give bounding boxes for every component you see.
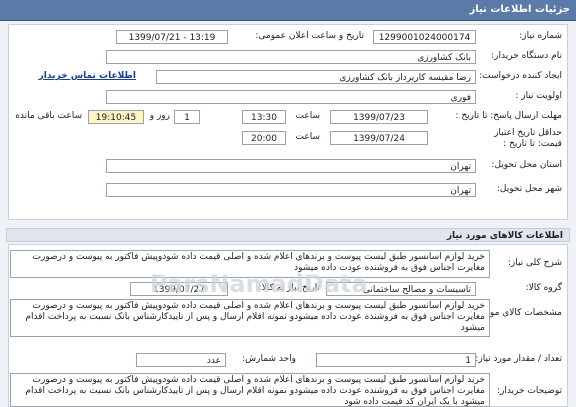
announce-datetime-field: 1399/07/21 - 13:19: [116, 30, 228, 44]
page-title: جزئیات اطلاعات نیاز: [469, 4, 570, 15]
remaining-time-field: 19:10:45: [88, 110, 144, 124]
buyer-org-field: بانک کشاورزی: [106, 50, 476, 64]
buyer-org-label: نام دستگاه خریدار:: [491, 51, 562, 61]
city-field: تهران: [106, 183, 476, 197]
need-number-field: 1299001024000174: [373, 30, 476, 44]
buyer-notes-field: خرید لوازم اسانسور طبق لیست پیوست و برند…: [10, 373, 490, 407]
creator-label: ایجاد کننده درخواست:: [479, 71, 562, 81]
province-field: تهران: [106, 159, 476, 173]
announce-datetime-label: تاریخ و ساعت اعلان عمومی:: [255, 31, 364, 41]
reply-date-field: 1399/07/23: [330, 110, 428, 124]
price-validity-date-field: 1399/07/24: [330, 131, 428, 145]
city-label: شهر محل تحویل:: [496, 184, 562, 194]
price-validity-time-label: ساعت: [295, 132, 321, 142]
price-validity-label: حداقل تاریخ اعتبار قیمت: تا تاریخ :: [494, 128, 562, 149]
buyer-notes-label: توضیحات خریدار:: [496, 386, 562, 396]
need-number-label: شماره نیاز:: [519, 31, 562, 41]
remaining-label: ساعت باقی مانده: [15, 111, 82, 121]
unit-label: واحد شمارش:: [242, 354, 296, 364]
creator-field: رضا مقیسه کاربرداز بانک کشاورزی: [156, 70, 476, 84]
reply-time-field: 13:30: [242, 110, 286, 124]
goods-group-label: گروه کالا:: [525, 283, 562, 293]
header-bar: جزئیات اطلاعات نیاز: [0, 0, 576, 21]
reply-time-label: ساعت: [295, 111, 321, 121]
remaining-days-field: 1: [174, 110, 200, 124]
count-field: 1: [316, 353, 476, 367]
count-label: تعداد / مقدار مورد نیاز:: [475, 354, 562, 364]
specs-field: خرید لوازم اسانسور طبق لیست پیوست و برند…: [10, 299, 490, 337]
priority-field: فوری: [106, 90, 476, 104]
province-label: استان محل تحویل:: [491, 160, 562, 170]
priority-label: اولویت نیاز :: [515, 91, 562, 101]
reply-deadline-label: مهلت ارسال پاسخ: تا تاریخ :: [455, 111, 562, 121]
days-label: روز و: [149, 111, 170, 121]
goods-section-header: اطلاعات کالاهای مورد نیاز: [6, 228, 570, 242]
unit-field: عدد: [136, 353, 226, 367]
price-validity-time-field: 20:00: [242, 131, 286, 145]
buyer-contact-link[interactable]: اطلاعات تماس خریدار: [39, 71, 136, 81]
general-desc-label: شرح کلی نیاز:: [507, 258, 562, 268]
watermark: ParsNamadData: [150, 270, 368, 298]
